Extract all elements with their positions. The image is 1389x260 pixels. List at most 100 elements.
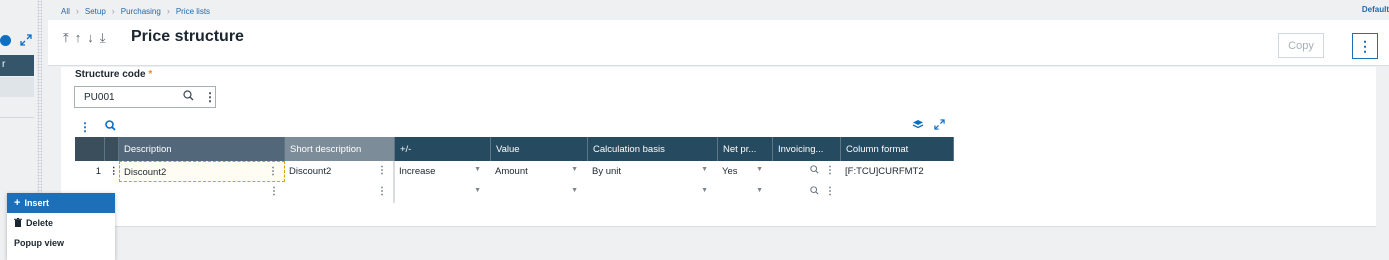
main-content: Structure code * PU001 ⋮ ⋮ Description S… [61,67,1376,227]
description-cell[interactable]: Discount2 ⋮ [119,161,285,182]
value-select[interactable]: Amount ▼ [491,161,588,182]
short-description-cell[interactable]: ⋮ [285,182,395,203]
column-header-description[interactable]: Description [119,137,285,161]
grid-header: Description Short description +/- Value … [75,137,954,161]
required-marker: * [148,69,153,80]
sidebar-row[interactable] [0,77,34,97]
dropdown-arrow-icon[interactable]: ▼ [474,187,481,194]
chevron-right-icon: › [75,6,79,16]
sign-select[interactable]: Increase ▼ [395,161,491,182]
sign-select[interactable]: ▼ [395,182,491,203]
field-options-icon[interactable]: ⋮ [204,90,216,104]
sidebar-tab-label: r [2,59,6,70]
layers-icon[interactable] [912,119,924,133]
lookup-icon[interactable] [810,165,819,177]
record-navigation: ⤒ ↑ ↓ ⤓ [63,30,106,46]
grid-search-icon[interactable] [105,120,116,134]
menu-item-label: Insert [24,198,49,208]
row-context-menu: + Insert Delete Popup view [7,193,115,260]
net-price-value: Yes [722,166,738,177]
row-number-header [75,137,105,161]
cell-options-icon[interactable]: ⋮ [825,165,835,176]
dropdown-arrow-icon[interactable]: ▼ [701,187,708,194]
description-value: Discount2 [124,167,167,178]
expand-grid-icon[interactable] [934,119,945,133]
sign-value: Increase [399,166,436,177]
breadcrumb-price-lists[interactable]: Price lists [176,7,210,16]
price-structure-grid: Description Short description +/- Value … [75,137,954,203]
breadcrumb: All › Setup › Purchasing › Price lists [61,5,210,17]
structure-code-field[interactable]: PU001 ⋮ [74,86,216,108]
chevron-right-icon: › [166,6,170,16]
calculation-basis-select[interactable]: ▼ [588,182,718,203]
column-header-sign[interactable]: +/- [395,137,491,161]
menu-item-insert[interactable]: + Insert [7,193,115,213]
cell-options-icon[interactable]: ⋮ [268,166,278,177]
dropdown-arrow-icon[interactable]: ▼ [474,166,481,173]
structure-code-label: Structure code * [75,69,152,80]
cell-options-icon[interactable]: ⋮ [269,186,279,197]
sidebar-tab[interactable]: r [0,55,34,76]
dropdown-arrow-icon[interactable]: ▼ [701,166,708,173]
grid-toolbar-right [912,119,945,133]
row-menu-icon[interactable]: ⋮ [105,161,119,182]
chevron-right-icon: › [111,6,115,16]
up-icon[interactable]: ↑ [75,30,82,46]
play-icon[interactable] [0,35,11,46]
column-header-calculation-basis[interactable]: Calculation basis [588,137,718,161]
grid-menu-icon[interactable]: ⋮ [79,120,91,134]
first-icon[interactable]: ⤒ [63,30,69,46]
value-value: Amount [495,166,528,177]
down-icon[interactable]: ↓ [87,30,94,46]
column-header-column-format[interactable]: Column format [841,137,954,161]
last-icon[interactable]: ⤓ [100,30,106,46]
value-select[interactable]: ▼ [491,182,588,203]
column-header-short-description[interactable]: Short description [285,137,395,161]
plus-icon: + [14,197,21,209]
short-description-value: Discount2 [289,166,332,177]
cell-options-icon[interactable]: ⋮ [377,165,387,176]
row-number: 1 [95,166,101,177]
cell-options-icon[interactable]: ⋮ [377,186,387,197]
column-header-value[interactable]: Value [491,137,588,161]
search-icon[interactable] [183,90,194,104]
table-row[interactable]: 1 ⋮ Discount2 ⋮ Discount2 ⋮ Increase ▼ A… [75,161,954,182]
dropdown-arrow-icon[interactable]: ▼ [571,166,578,173]
kebab-icon: ⋮ [1358,37,1372,54]
menu-item-popup-view[interactable]: Popup view [7,233,115,253]
grid-toolbar-left: ⋮ [79,120,116,134]
invoicing-cell[interactable]: ⋮ [773,182,841,203]
copy-button[interactable]: Copy [1278,33,1324,58]
structure-code-value: PU001 [84,92,115,103]
page-title: Price structure [131,28,244,45]
breadcrumb-all[interactable]: All [61,7,70,16]
column-header-invoicing[interactable]: Invoicing... [773,137,841,161]
more-actions-button[interactable]: ⋮ [1352,33,1378,59]
row-select-header [105,137,119,161]
calculation-basis-value: By unit [592,166,622,177]
short-description-cell[interactable]: Discount2 ⋮ [285,161,395,182]
description-cell[interactable]: ⋮ [119,182,285,203]
lookup-icon[interactable] [810,186,819,198]
cell-options-icon[interactable]: ⋮ [825,186,835,197]
default-link[interactable]: Default [1362,5,1389,14]
column-format-value: [F:TCU]CURFMT2 [845,166,924,177]
expand-icon[interactable] [20,34,32,46]
column-format-cell[interactable] [841,182,954,203]
column-format-cell[interactable]: [F:TCU]CURFMT2 [841,161,954,182]
net-price-select[interactable]: Yes ▼ [718,161,773,182]
menu-item-label: Delete [26,218,54,228]
calculation-basis-select[interactable]: By unit ▼ [588,161,718,182]
dropdown-arrow-icon[interactable]: ▼ [756,187,763,194]
menu-item-delete[interactable]: Delete [7,213,115,233]
table-row[interactable]: ⋮ ⋮ ▼ ▼ ▼ ▼ ⋮ [75,182,954,203]
invoicing-cell[interactable]: ⋮ [773,161,841,182]
net-price-select[interactable]: ▼ [718,182,773,203]
breadcrumb-setup[interactable]: Setup [85,7,106,16]
dropdown-arrow-icon[interactable]: ▼ [571,187,578,194]
column-header-net-price[interactable]: Net pr... [718,137,773,161]
dropdown-arrow-icon[interactable]: ▼ [756,166,763,173]
menu-item-label: Popup view [14,238,65,248]
breadcrumb-purchasing[interactable]: Purchasing [121,7,161,16]
sidebar-divider [0,117,34,118]
